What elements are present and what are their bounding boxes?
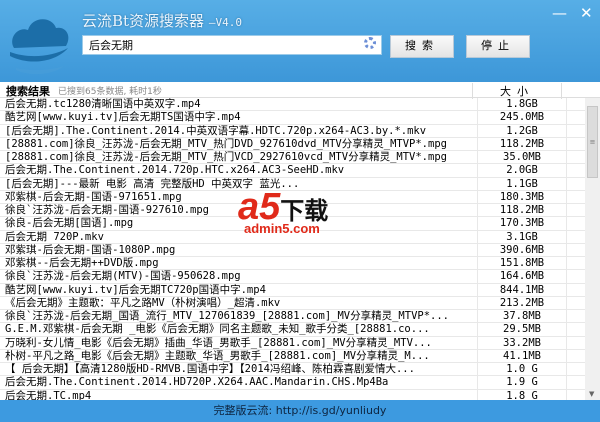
file-name: 徐良`汪苏泷-后会无期-国语-927610.mpg <box>5 204 210 216</box>
table-row[interactable]: 徐良`汪苏泷-后会无期_国语_流行_MTV_127061839_[28881.c… <box>0 310 585 324</box>
cloud-logo-icon <box>10 19 69 75</box>
file-name: 徐良`汪苏泷-后会无期(MTV)-国语-950628.mpg <box>5 270 241 283</box>
file-size: 213.2MB <box>477 296 567 309</box>
file-name: [28881.com]徐良_汪苏泷-后会无期_MTV_热门DVD_927610d… <box>5 137 447 150</box>
file-name: 《后会无期》主题歌：平凡之路MV（朴树演唱）_超清.mkv <box>5 296 281 309</box>
file-name: 后会无期.The.Continent.2014.720p.HTC.x264.AC… <box>5 164 345 177</box>
file-name: 徐良`汪苏泷-后会无期_国语_流行_MTV_127061839_[28881.c… <box>5 310 450 322</box>
table-row[interactable]: 《后会无期》主题歌：平凡之路MV（朴树演唱）_超清.mkv 213.2MB <box>0 296 585 310</box>
file-size: 1.2GB <box>477 124 567 137</box>
table-row[interactable]: 徐良-后会无期[国语].mpg 170.3MB <box>0 217 585 231</box>
file-size: 41.1MB <box>477 349 567 362</box>
table-row[interactable]: 【 后会无期】【高清1280版HD-RMVB.国语中字】【2014冯绍峰、陈柏霖… <box>0 363 585 377</box>
header-bar: 云流Bt资源搜索器 —V4.0 — ✕ 搜索 停止 <box>0 0 600 82</box>
search-button[interactable]: 搜索 <box>390 35 454 58</box>
table-row[interactable]: G.E.M.邓紫棋-后会无期 _电影《后会无期》同名主题歌_未知_歌手分类_[2… <box>0 323 585 337</box>
file-size: 180.3MB <box>477 190 567 203</box>
app-title: 云流Bt资源搜索器 —V4.0 <box>82 12 242 30</box>
file-name: [28881.com]徐良_汪苏泷-后会无期_MTV_热门VCD_2927610… <box>5 151 447 163</box>
footer-link[interactable]: 完整版云流: http://is.gd/yunliudy <box>0 400 600 422</box>
results-status: 已搜到65条数据, 耗时1秒 <box>58 87 162 97</box>
file-name: 邓紫棋-后会无期-国语-971651.mpg <box>5 190 182 203</box>
file-size: 1.8 G <box>477 389 567 400</box>
file-name: 万晓利-女儿情_电影《后会无期》插曲_华语_男歌手_[28881.com]_MV… <box>5 336 432 349</box>
table-row[interactable]: [28881.com]徐良_汪苏泷-后会无期_MTV_热门DVD_927610d… <box>0 137 585 151</box>
file-name: 后会无期.The.Continent.2014.HD720P.X264.AAC.… <box>5 376 389 389</box>
file-size: 151.8MB <box>477 257 567 270</box>
file-size: 3.1GB <box>477 230 567 243</box>
search-input[interactable] <box>82 35 382 55</box>
file-size: 245.0MB <box>477 111 567 124</box>
file-size: 1.8GB <box>477 98 567 111</box>
file-size: 29.5MB <box>477 323 567 336</box>
file-name: 后会无期 720P.mkv <box>5 230 104 243</box>
table-row[interactable]: 邓紫棋--后会无期++DVD版.mpg 151.8MB <box>0 257 585 271</box>
stop-button[interactable]: 停止 <box>466 35 530 58</box>
file-size: 33.2MB <box>477 336 567 349</box>
file-size: 37.8MB <box>477 310 567 323</box>
table-row[interactable]: 后会无期.tc1280清晰国语中英双字.mp4 1.8GB <box>0 98 585 112</box>
file-size: 118.2MB <box>477 137 567 150</box>
file-size: 164.6MB <box>477 270 567 283</box>
table-row[interactable]: 徐良`汪苏泷-后会无期(MTV)-国语-950628.mpg 164.6MB <box>0 270 585 284</box>
file-name: [后会无期]---最新 电影 高清 完整版HD 中英双字 蓝光... <box>5 177 300 190</box>
file-name: 后会无期.tc1280清晰国语中英双字.mp4 <box>5 98 201 110</box>
scrollbar-thumb[interactable]: ≡ <box>587 106 598 178</box>
table-row[interactable]: [后会无期]---最新 电影 高清 完整版HD 中英双字 蓝光... 1.1GB <box>0 177 585 191</box>
file-size: 390.6MB <box>477 243 567 256</box>
table-row[interactable]: 邓紫琪-后会无期-国语-1080P.mpg 390.6MB <box>0 243 585 257</box>
table-row[interactable]: 后会无期.The.Continent.2014.720p.HTC.x264.AC… <box>0 164 585 178</box>
scroll-down-icon[interactable]: ▼ <box>589 390 594 398</box>
table-row[interactable]: 后会无期 720P.mkv 3.1GB <box>0 230 585 244</box>
results-header: 搜索结果 已搜到65条数据, 耗时1秒 大小 <box>0 82 600 99</box>
file-size: 35.0MB <box>477 151 567 164</box>
file-name: 朴树-平凡之路_电影《后会无期》主题歌_华语_男歌手_[28881.com]_M… <box>5 349 430 362</box>
results-title: 搜索结果 <box>6 85 50 98</box>
file-size: 2.0GB <box>477 164 567 177</box>
table-row[interactable]: 后会无期.TC.mp4 1.8 G <box>0 389 585 401</box>
table-row[interactable]: [28881.com]徐良_汪苏泷-后会无期_MTV_热门VCD_2927610… <box>0 151 585 165</box>
file-name: [后会无期].The.Continent.2014.中英双语字幕.HDTC.72… <box>5 124 427 137</box>
file-size: 118.2MB <box>477 204 567 217</box>
minimize-button[interactable]: — <box>552 4 567 22</box>
table-row[interactable]: 万晓利-女儿情_电影《后会无期》插曲_华语_男歌手_[28881.com]_MV… <box>0 336 585 350</box>
size-column-header[interactable]: 大小 <box>472 83 562 99</box>
loading-spinner-icon <box>364 37 376 49</box>
file-size: 1.0 G <box>477 363 567 376</box>
file-size: 1.9 G <box>477 376 567 389</box>
table-row[interactable]: 酷艺网[www.kuyi.tv]后会无期TC720p国语中字.mp4 844.1M… <box>0 283 585 297</box>
table-row[interactable]: 朴树-平凡之路_电影《后会无期》主题歌_华语_男歌手_[28881.com]_M… <box>0 349 585 363</box>
file-size: 844.1MB <box>477 283 567 296</box>
file-name: G.E.M.邓紫棋-后会无期 _电影《后会无期》同名主题歌_未知_歌手分类_[2… <box>5 323 430 336</box>
file-name: 后会无期.TC.mp4 <box>5 389 92 401</box>
close-button[interactable]: ✕ <box>580 4 593 22</box>
file-name: 酷艺网[www.kuyi.tv]后会无期TC720p国语中字.mp4 <box>5 283 266 296</box>
file-name: 邓紫琪-后会无期-国语-1080P.mpg <box>5 243 176 256</box>
table-row[interactable]: 酷艺网[www.kuyi.tv]后会无期TS国语中字.mp4 245.0MB <box>0 111 585 125</box>
table-row[interactable]: 邓紫棋-后会无期-国语-971651.mpg 180.3MB <box>0 190 585 204</box>
table-row[interactable]: [后会无期].The.Continent.2014.中英双语字幕.HDTC.72… <box>0 124 585 138</box>
file-size: 1.1GB <box>477 177 567 190</box>
file-name: 邓紫棋--后会无期++DVD版.mpg <box>5 257 159 269</box>
results-list: 后会无期.tc1280清晰国语中英双字.mp4 1.8GB 酷艺网[www.kuyi… <box>0 98 585 400</box>
file-name: 【 后会无期】【高清1280版HD-RMVB.国语中字】【2014冯绍峰、陈柏霖… <box>5 363 415 375</box>
scrollbar[interactable]: ≡ ▼ <box>585 98 600 400</box>
file-size: 170.3MB <box>477 217 567 230</box>
file-name: 酷艺网[www.kuyi.tv]后会无期TS国语中字.mp4 <box>5 111 241 124</box>
table-row[interactable]: 徐良`汪苏泷-后会无期-国语-927610.mpg 118.2MB <box>0 204 585 218</box>
file-name: 徐良-后会无期[国语].mpg <box>5 217 134 230</box>
table-row[interactable]: 后会无期.The.Continent.2014.HD720P.X264.AAC.… <box>0 376 585 390</box>
